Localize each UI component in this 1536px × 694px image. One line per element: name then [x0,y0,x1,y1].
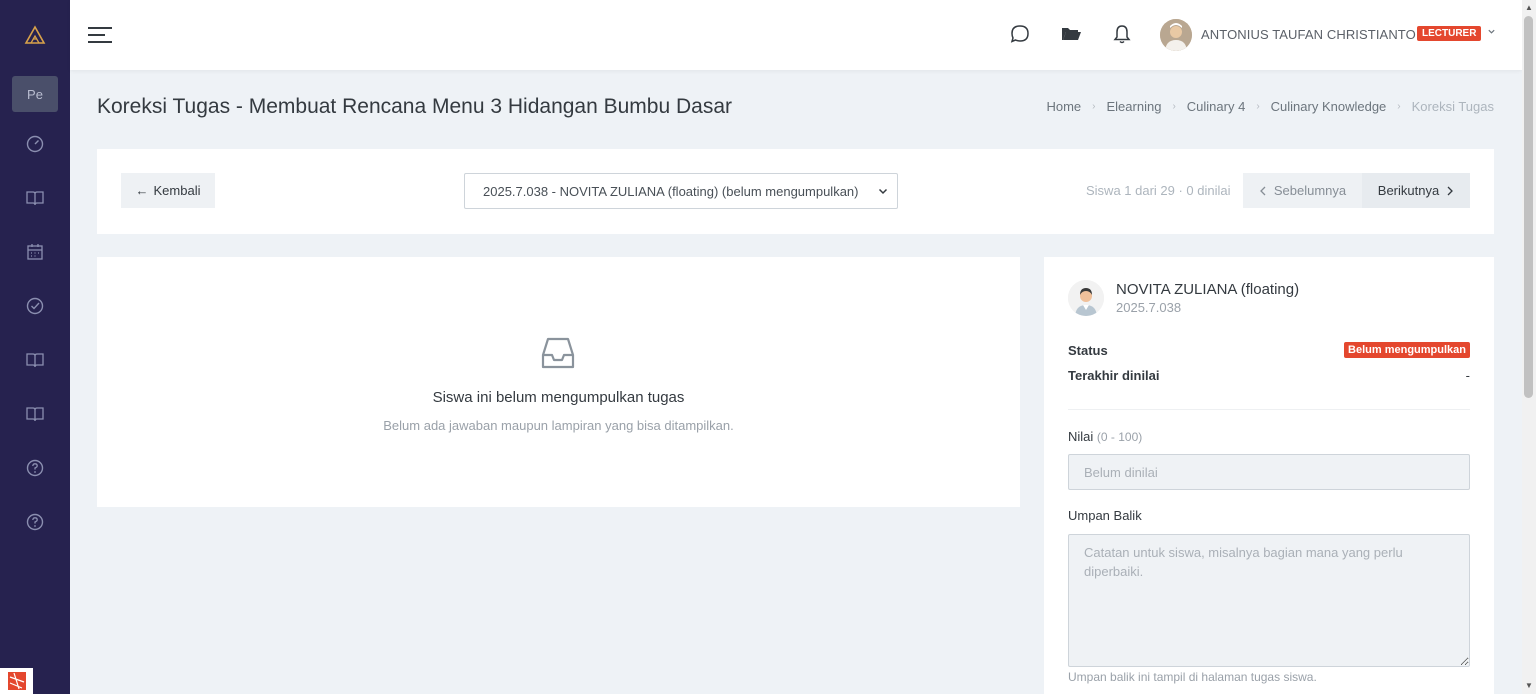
empty-state-title: Siswa ini belum mengumpulkan tugas [432,389,685,406]
triangle-logo-icon [24,25,46,44]
sidebar-item-tasks[interactable] [0,286,70,326]
bell-icon [1113,25,1131,44]
score-input[interactable] [1068,454,1470,490]
status-label: Status [1068,343,1108,358]
chevron-right-icon [1447,186,1454,195]
breadcrumb-elearning[interactable]: Elearning [1107,99,1162,115]
last-graded-value: - [1465,368,1470,383]
notifications-button[interactable] [1110,22,1134,46]
feedback-help-text: Umpan balik ini tampil di halaman tugas … [1068,670,1317,684]
back-button[interactable]: ← Kembali [121,173,215,208]
empty-state-subtitle: Belum ada jawaban maupun lampiran yang b… [383,418,734,433]
student-name: NOVITA ZULIANA (floating) [1116,281,1300,298]
feedback-textarea[interactable] [1068,534,1470,667]
back-button-label: Kembali [153,183,201,198]
student-select-value: 2025.7.038 - NOVITA ZULIANA (floating) (… [483,183,859,199]
book-icon [26,191,44,206]
score-range-hint: (0 - 100) [1096,430,1143,444]
chat-button[interactable] [1008,22,1032,46]
widget-logo-icon [7,672,26,690]
breadcrumb-separator-icon: › [1256,101,1260,112]
previous-student-button[interactable]: Sebelumnya [1243,173,1362,208]
score-label-text: Nilai [1068,429,1094,444]
calendar-icon [27,244,43,260]
scroll-down-arrow-icon[interactable]: ▼ [1524,681,1534,691]
student-avatar-icon [1068,280,1104,316]
chevron-left-icon [1259,186,1266,195]
status-badge: Belum mengumpulkan [1344,342,1470,358]
divider [1068,409,1470,410]
breadcrumb-home[interactable]: Home [1046,99,1081,115]
help-circle-icon [26,513,44,531]
floating-widget[interactable] [0,668,33,694]
grading-panel: NOVITA ZULIANA (floating) 2025.7.038 Sta… [1044,257,1494,694]
breadcrumb-separator-icon: › [1397,101,1401,112]
help-circle-icon [26,459,44,477]
menu-toggle-button[interactable] [87,23,113,47]
role-badge: LECTURER [1417,26,1482,41]
chevron-down-icon[interactable] [1487,27,1496,39]
dashboard-gauge-icon [26,135,44,153]
next-student-button[interactable]: Berikutnya [1362,173,1470,208]
sidebar-user-initials[interactable]: Pe [12,76,58,112]
arrow-left-icon: ← [135,183,149,198]
next-button-label: Berikutnya [1377,183,1440,198]
scroll-thumb[interactable] [1524,16,1533,398]
hamburger-icon [88,27,112,43]
scroll-up-arrow-icon[interactable]: ▲ [1524,3,1534,13]
user-photo-icon [1160,19,1192,51]
breadcrumb-course[interactable]: Culinary 4 [1187,99,1246,115]
folder-open-icon [1062,28,1081,40]
breadcrumb-separator-icon: › [1172,101,1176,112]
user-name[interactable]: ANTONIUS TAUFAN CHRISTIANTO [1201,27,1416,42]
breadcrumb-subject[interactable]: Culinary Knowledge [1271,99,1387,115]
student-avatar [1068,280,1104,316]
user-avatar[interactable] [1160,19,1192,51]
files-button[interactable] [1059,22,1083,46]
sidebar-item-dashboard[interactable] [0,124,70,164]
sidebar-item-courses[interactable] [0,178,70,218]
sidebar-item-help[interactable] [0,448,70,488]
book-icon [26,353,44,368]
breadcrumb-separator-icon: › [1092,101,1096,112]
last-graded-label: Terakhir dinilai [1068,368,1160,383]
chevron-down-icon [878,188,888,195]
sidebar-item-library[interactable] [0,340,70,380]
app-logo[interactable] [0,0,70,70]
feedback-label: Umpan Balik [1068,508,1142,523]
sidebar-item-materials[interactable] [0,394,70,434]
student-counter: Siswa 1 dari 29 · 0 dinilai [1086,183,1231,198]
chat-bubble-icon [1010,25,1029,43]
sidebar-item-support[interactable] [0,502,70,542]
inbox-icon [541,337,575,369]
grading-toolbar: ← Kembali 2025.7.038 - NOVITA ZULIANA (f… [97,149,1494,234]
sidebar: Pe [0,0,70,694]
score-label: Nilai (0 - 100) [1068,429,1142,444]
topbar: ANTONIUS TAUFAN CHRISTIANTO LECTURER [70,0,1522,70]
page-title: Koreksi Tugas - Membuat Rencana Menu 3 H… [97,95,733,118]
breadcrumb: Home › Elearning › Culinary 4 › Culinary… [1046,99,1494,115]
submission-panel: Siswa ini belum mengumpulkan tugas Belum… [97,257,1020,507]
previous-button-label: Sebelumnya [1273,183,1347,198]
student-id: 2025.7.038 [1116,300,1182,315]
sidebar-item-calendar[interactable] [0,232,70,272]
page-scrollbar[interactable]: ▲ ▼ [1522,0,1536,694]
check-circle-icon [26,297,44,315]
breadcrumb-current: Koreksi Tugas [1411,99,1494,114]
book-icon [26,407,44,422]
student-select[interactable]: 2025.7.038 - NOVITA ZULIANA (floating) (… [464,173,898,209]
